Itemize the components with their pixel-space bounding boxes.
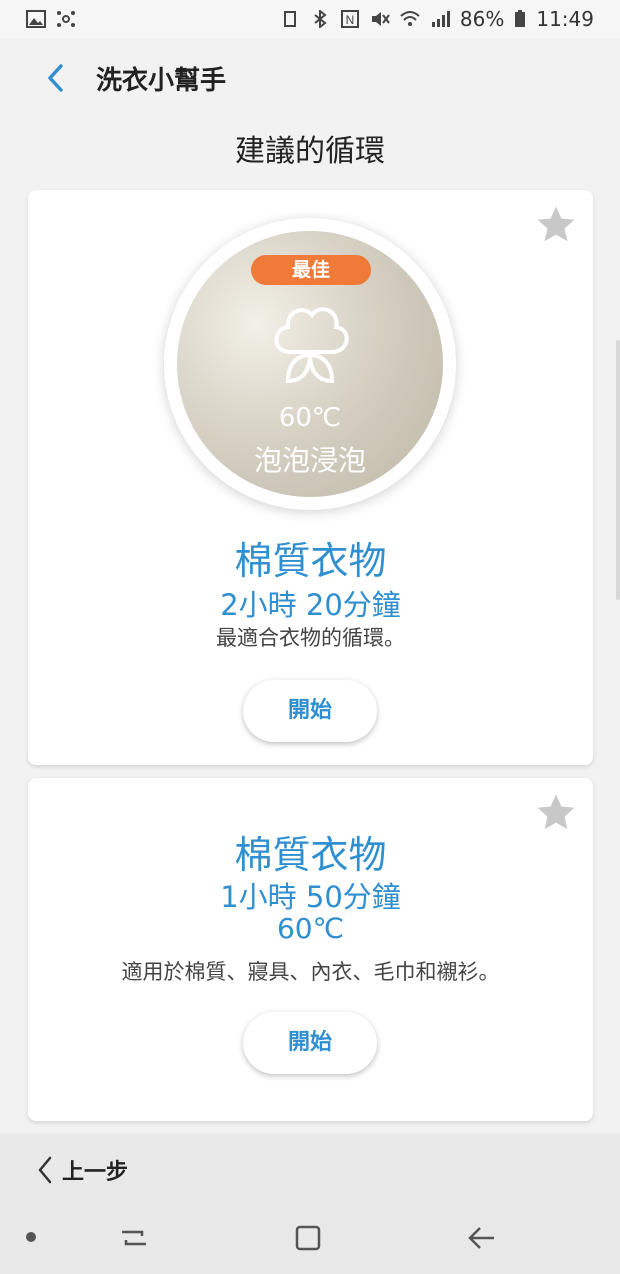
wifi-icon — [400, 11, 420, 26]
status-left — [26, 10, 76, 28]
cycle-description: 最適合衣物的循環。 — [216, 626, 405, 650]
previous-step-label: 上一步 — [62, 1160, 129, 1185]
battery-saver-icon — [283, 11, 296, 27]
scrollbar[interactable] — [616, 340, 620, 600]
chevron-left-icon — [48, 64, 63, 92]
cycle-name: 棉質衣物 — [234, 833, 387, 877]
cycle-description: 適用於棉質、寢具、內衣、毛巾和襯衫。 — [121, 960, 500, 984]
section-title: 建議的循環 — [235, 134, 385, 169]
battery-icon — [515, 10, 526, 27]
back-button[interactable] — [36, 58, 76, 98]
best-badge: 最佳 — [251, 255, 371, 285]
gallery-icon — [26, 10, 46, 28]
svg-text:N: N — [346, 13, 355, 27]
cycle-name: 棉質衣物 — [234, 539, 387, 583]
circle-temperature: 60℃ — [278, 403, 342, 433]
circle-mode: 泡泡浸泡 — [253, 444, 366, 477]
recent-apps-icon[interactable] — [116, 1220, 152, 1256]
cycle-card-alternate: 棉質衣物 1小時 50分鐘 60℃ 適用於棉質、寢具、內衣、毛巾和襯衫。 開始 — [28, 778, 593, 1121]
bottom-bar: 上一步 — [0, 1134, 620, 1274]
cycle-card-recommended: 最佳 60℃ 泡泡浸泡 棉質衣物 2小時 20分鐘 最適合衣物的循環。 開始 — [28, 190, 593, 765]
connection-icon — [57, 11, 75, 27]
battery-percent: 86% — [459, 7, 505, 31]
favorite-star-icon[interactable] — [535, 204, 577, 246]
bluetooth-icon — [314, 10, 327, 28]
chevron-left-icon — [38, 1156, 52, 1184]
page-title: 洗衣小幫手 — [96, 65, 227, 96]
start-button[interactable]: 開始 — [243, 680, 377, 742]
dot-icon[interactable] — [24, 1230, 38, 1244]
cotton-icon — [274, 307, 349, 384]
start-button[interactable]: 開始 — [243, 1012, 377, 1074]
mute-icon — [371, 12, 390, 26]
cycle-duration: 1小時 50分鐘 — [220, 880, 401, 914]
back-nav-icon[interactable] — [464, 1220, 500, 1256]
home-icon[interactable] — [290, 1220, 326, 1256]
status-bar: N 86% 11:49 — [0, 0, 620, 38]
system-nav-bar — [0, 1204, 620, 1274]
clock: 11:49 — [536, 7, 594, 31]
cycle-temperature: 60℃ — [276, 912, 345, 945]
status-right: N 86% 11:49 — [280, 7, 594, 31]
cycle-image-circle: 最佳 60℃ 泡泡浸泡 — [164, 218, 456, 510]
nfc-icon: N — [340, 10, 359, 28]
cycle-duration: 2小時 20分鐘 — [220, 588, 401, 622]
signal-icon — [431, 11, 450, 27]
cotton-image: 最佳 60℃ 泡泡浸泡 — [177, 231, 443, 497]
app-bar: 洗衣小幫手 — [0, 40, 620, 116]
previous-step-button[interactable]: 上一步 — [36, 1150, 128, 1190]
